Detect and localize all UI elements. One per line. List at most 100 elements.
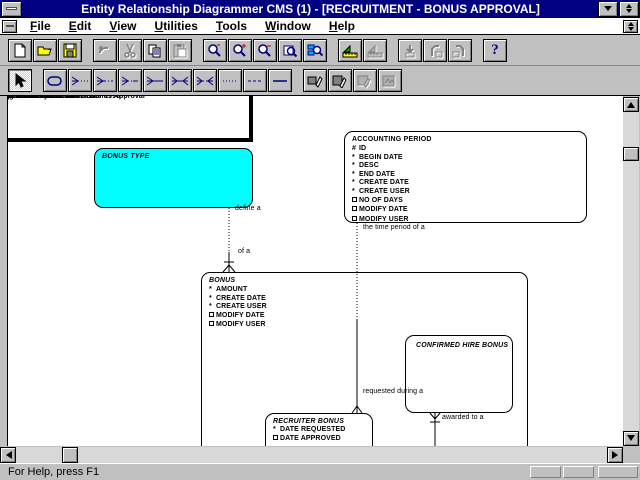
zoom-out-icon: [257, 43, 273, 58]
layout-tool-3-button[interactable]: [353, 69, 377, 92]
navigate-2-icon: [427, 43, 443, 58]
status-message: For Help, press F1: [8, 466, 99, 478]
zoom-in-button[interactable]: [228, 39, 252, 62]
diagram-canvas[interactable]: Diagram: RECRUITMENT - Bonus Approval Da…: [7, 96, 623, 446]
scroll-left-icon: [2, 451, 12, 459]
navigate-2-button[interactable]: [423, 39, 447, 62]
menu-help[interactable]: Help: [320, 19, 364, 33]
horizontal-scrollbar[interactable]: [0, 447, 623, 463]
attribute-marker: [352, 162, 359, 171]
layout-tool-1-icon: [307, 73, 323, 88]
scroll-right-icon: [612, 451, 622, 459]
entity-accounting-period[interactable]: ACCOUNTING PERIOD ID BEGIN DATE DESC END…: [344, 131, 587, 223]
paste-button[interactable]: [168, 39, 192, 62]
status-pane-2: [563, 466, 594, 478]
rel-many-dotted-button[interactable]: [68, 69, 92, 92]
rel-many-dashdot-button[interactable]: [93, 69, 117, 92]
zoom-fit-button[interactable]: [278, 39, 302, 62]
scroll-left-button[interactable]: [0, 447, 16, 463]
scroll-down-icon: [627, 435, 635, 445]
vertical-scrollbar[interactable]: [623, 97, 639, 446]
undo-button[interactable]: [93, 39, 117, 62]
copy-button[interactable]: [143, 39, 167, 62]
help-icon: ?: [491, 43, 499, 58]
horizontal-scroll-thumb[interactable]: [62, 447, 78, 463]
rel-label-awarded-to: awarded to a: [442, 414, 484, 421]
attribute-label: BEGIN DATE: [359, 154, 403, 163]
scroll-up-button[interactable]: [623, 97, 639, 112]
application-system: Application System: CMS: [7, 96, 85, 101]
set-scale-alt-button[interactable]: [363, 39, 387, 62]
scroll-right-button[interactable]: [607, 447, 623, 463]
new-button[interactable]: [8, 39, 32, 62]
zoom-out-button[interactable]: [253, 39, 277, 62]
control-menu-button[interactable]: [1, 1, 22, 17]
menu-window[interactable]: Window: [256, 19, 320, 33]
menu-utilities[interactable]: Utilities: [146, 19, 207, 33]
set-scale-button[interactable]: [338, 39, 362, 62]
rel-many-many-icon: [171, 76, 189, 86]
ruler-icon: [342, 43, 358, 58]
entity-bonus-type[interactable]: BONUS TYPE: [94, 148, 253, 208]
menu-view[interactable]: View: [100, 19, 145, 33]
rel-solid-button[interactable]: [268, 69, 292, 92]
attribute-marker: [273, 426, 280, 435]
title-bar: Entity Relationship Diagrammer CMS (1) -…: [0, 0, 640, 18]
rel-dotted-button[interactable]: [218, 69, 242, 92]
open-folder-icon: [37, 43, 53, 58]
rel-many-dashdot-icon: [96, 76, 114, 86]
zoom-button[interactable]: [203, 39, 227, 62]
navigate-1-button[interactable]: [398, 39, 422, 62]
zoom-fit-icon: [282, 43, 298, 58]
entity-title: CONFIRMED HIRE BONUS: [406, 336, 512, 349]
rel-many-many-dash-button[interactable]: [193, 69, 217, 92]
entity-title: RECRUITER BONUS: [266, 414, 372, 425]
rel-dashed-button[interactable]: [243, 69, 267, 92]
zoom-selection-button[interactable]: [303, 39, 327, 62]
minimize-button[interactable]: [598, 1, 618, 17]
attribute-label: END DATE: [359, 171, 395, 180]
zoom-icon: [207, 43, 223, 58]
attribute-row: CREATE DATE: [352, 179, 586, 188]
menu-tools[interactable]: Tools: [207, 19, 256, 33]
rel-dashed-icon: [246, 76, 264, 86]
attribute-row: DESC: [352, 162, 586, 171]
rel-many-solid-button[interactable]: [143, 69, 167, 92]
menu-file[interactable]: File: [21, 19, 60, 33]
mdi-control-menu-icon: [6, 25, 14, 27]
attribute-label: CREATE DATE: [359, 179, 409, 188]
scroll-down-button[interactable]: [623, 431, 639, 446]
restore-button[interactable]: [619, 1, 639, 17]
rel-many-many-button[interactable]: [168, 69, 192, 92]
help-button[interactable]: ?: [483, 39, 507, 62]
cut-button[interactable]: [118, 39, 142, 62]
drawing-toolbar: [0, 66, 640, 96]
save-button[interactable]: [58, 39, 82, 62]
entity-recruiter-bonus[interactable]: RECRUITER BONUS DATE REQUESTED DATE APPR…: [265, 413, 373, 446]
entity-confirmed-hire-bonus[interactable]: CONFIRMED HIRE BONUS: [405, 335, 513, 413]
navigate-3-button[interactable]: [448, 39, 472, 62]
rel-many-half-button[interactable]: [118, 69, 142, 92]
save-floppy-icon: [62, 43, 78, 58]
open-button[interactable]: [33, 39, 57, 62]
attribute-label: MODIFY DATE: [359, 206, 408, 215]
entity-title: BONUS: [202, 273, 527, 284]
attribute-row: CREATE USER: [209, 303, 527, 312]
paste-clipboard-icon: [172, 43, 188, 58]
layout-tool-2-button[interactable]: [328, 69, 352, 92]
attribute-row: MODIFY USER: [209, 321, 527, 331]
vertical-scroll-thumb[interactable]: [623, 147, 639, 161]
entity-tool-button[interactable]: [43, 69, 67, 92]
layout-tool-1-button[interactable]: [303, 69, 327, 92]
attribute-marker: [352, 188, 359, 197]
rel-solid-icon: [271, 76, 289, 86]
navigate-1-icon: [402, 43, 418, 58]
menu-edit[interactable]: Edit: [60, 19, 101, 33]
mdi-restore-button[interactable]: [623, 20, 638, 33]
mdi-control-menu-button[interactable]: [2, 20, 17, 33]
mdi-restore-up-icon: [628, 19, 634, 26]
select-tool-button[interactable]: [8, 69, 32, 92]
attribute-label: MODIFY USER: [216, 321, 266, 330]
attribute-marker: [273, 435, 280, 445]
layout-tool-4-button[interactable]: [378, 69, 402, 92]
